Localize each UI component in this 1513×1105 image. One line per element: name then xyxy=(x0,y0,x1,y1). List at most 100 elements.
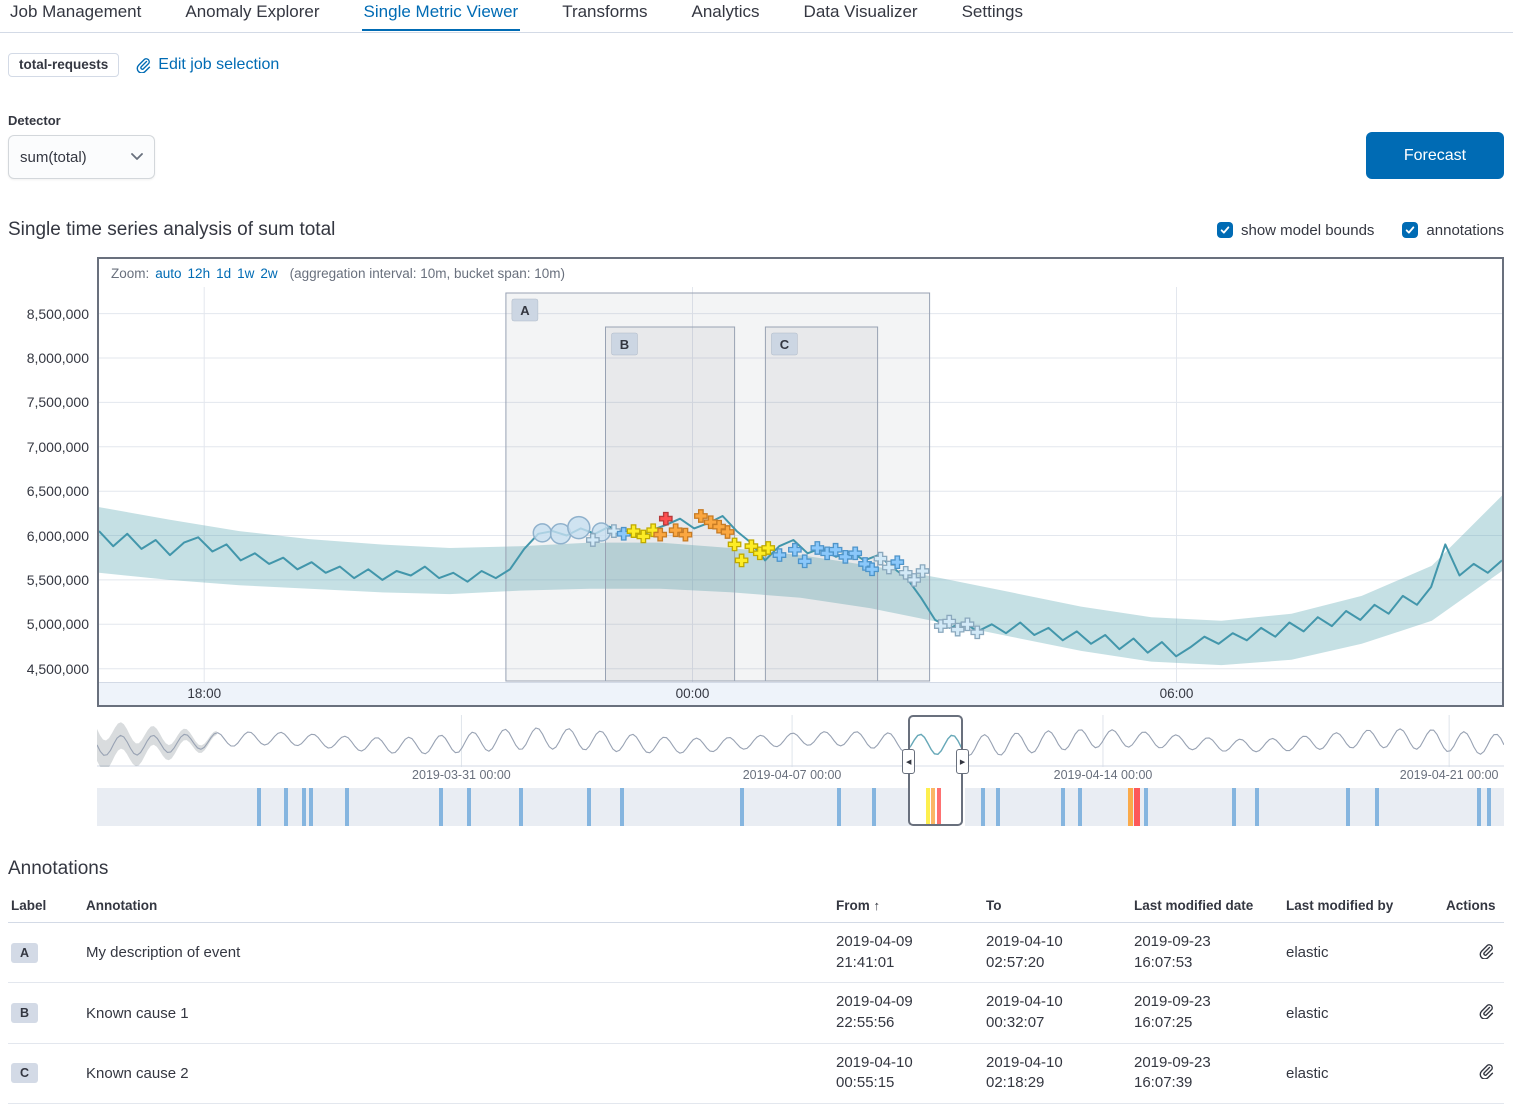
annotation-row-B[interactable]: BKnown cause 12019-04-0922:55:562019-04-… xyxy=(8,983,1504,1043)
annotation-label-chip: A xyxy=(11,943,38,963)
swimlane-annotation-mark[interactable] xyxy=(1375,788,1379,826)
paperclip-icon xyxy=(1478,1063,1494,1083)
zoom-option-2w[interactable]: 2w xyxy=(260,266,277,281)
swimlane-annotation-mark[interactable] xyxy=(587,788,591,826)
tab-single-metric-viewer[interactable]: Single Metric Viewer xyxy=(362,0,521,31)
swimlane-annotation-mark[interactable] xyxy=(302,788,306,826)
show-model-bounds-checkbox[interactable]: show model bounds xyxy=(1217,222,1374,239)
tab-data-visualizer[interactable]: Data Visualizer xyxy=(802,0,920,31)
tab-job-management[interactable]: Job Management xyxy=(8,0,143,31)
zoom-option-12h[interactable]: 12h xyxy=(188,266,211,281)
annotation-box-C[interactable] xyxy=(765,327,877,681)
annotation-box-label-B: B xyxy=(612,333,638,355)
swimlane-annotation-mark[interactable] xyxy=(439,788,443,826)
y-axis-label: 8,500,000 xyxy=(27,306,89,322)
zoom-option-1d[interactable]: 1d xyxy=(216,266,231,281)
swimlane-annotation-mark[interactable] xyxy=(1061,788,1065,826)
annotation-to: 2019-04-1000:32:07 xyxy=(986,992,1134,1033)
annotation-from: 2019-04-0921:41:01 xyxy=(836,932,986,973)
tab-analytics[interactable]: Analytics xyxy=(690,0,762,31)
svg-text:B: B xyxy=(620,337,629,352)
tab-transforms[interactable]: Transforms xyxy=(560,0,649,31)
brush-handle-right[interactable]: ▶ xyxy=(956,749,969,774)
annotation-to: 2019-04-1002:57:20 xyxy=(986,932,1134,973)
y-axis-label: 6,000,000 xyxy=(27,528,89,544)
annotations-title: Annotations xyxy=(8,858,1504,880)
header-actions: Actions xyxy=(1446,898,1506,913)
edit-annotation-button[interactable] xyxy=(1478,1003,1494,1023)
annotation-box-B[interactable] xyxy=(606,327,735,681)
annotations-checkbox[interactable]: annotations xyxy=(1402,222,1504,239)
swimlane-annotation-mark[interactable] xyxy=(309,788,313,826)
swimlane-annotation-mark[interactable] xyxy=(345,788,349,826)
context-chart: 2019-03-31 00:002019-04-07 00:002019-04-… xyxy=(97,715,1504,826)
swimlane-annotation-mark[interactable] xyxy=(257,788,261,826)
annotations-table-body: AMy description of event2019-04-0921:41:… xyxy=(8,923,1504,1104)
zoom-bar: Zoom: auto12h1d1w2w (aggregation interva… xyxy=(99,259,1502,287)
anomaly-marker-multibucket[interactable] xyxy=(568,517,590,539)
x-axis-label: 06:00 xyxy=(1160,686,1194,701)
swimlane-annotation-mark[interactable] xyxy=(1232,788,1236,826)
sort-asc-icon: ↑ xyxy=(874,898,881,913)
x-axis-label: 00:00 xyxy=(676,686,710,701)
paperclip-icon xyxy=(1478,1003,1494,1023)
swimlane-annotation-mark[interactable] xyxy=(1477,788,1481,826)
annotation-row-A[interactable]: AMy description of event2019-04-0921:41:… xyxy=(8,923,1504,983)
context-chart-dates: 2019-03-31 00:002019-04-07 00:002019-04-… xyxy=(97,767,1504,784)
swimlane-annotation-mark[interactable] xyxy=(1078,788,1082,826)
single-metric-viewer-page: Job Management Anomaly Explorer Single Met… xyxy=(0,0,1513,1104)
context-date-label: 2019-04-07 00:00 xyxy=(743,768,842,782)
swimlane-annotation-mark[interactable] xyxy=(1487,788,1491,826)
time-range-brush[interactable]: ◀ ▶ xyxy=(908,715,963,826)
context-line xyxy=(97,728,1504,756)
detector-select-value: sum(total) xyxy=(20,149,87,166)
swimlane-annotation-mark[interactable] xyxy=(1144,788,1148,826)
annotation-box-label-A: A xyxy=(512,299,538,321)
annotation-row-C[interactable]: CKnown cause 22019-04-1000:55:152019-04-… xyxy=(8,1044,1504,1104)
tab-anomaly-explorer[interactable]: Anomaly Explorer xyxy=(183,0,321,31)
y-axis-label: 7,500,000 xyxy=(27,394,89,410)
y-axis-label: 4,500,000 xyxy=(27,661,89,677)
brush-handle-left[interactable]: ◀ xyxy=(902,749,915,774)
swimlane-annotation-mark[interactable] xyxy=(837,788,841,826)
swimlane-annotation-mark[interactable] xyxy=(1128,788,1133,826)
swimlane-annotation-mark[interactable] xyxy=(1346,788,1350,826)
edit-annotation-button[interactable] xyxy=(1478,943,1494,963)
annotation-modified-date: 2019-09-2316:07:25 xyxy=(1134,992,1286,1033)
y-axis-label: 5,500,000 xyxy=(27,572,89,588)
swimlane-annotation-mark[interactable] xyxy=(996,788,1000,826)
job-badge[interactable]: total-requests xyxy=(8,53,119,77)
paperclip-icon xyxy=(1478,943,1494,963)
focus-chart: 8,500,0008,000,0007,500,0007,000,0006,50… xyxy=(8,257,1504,707)
swimlane-annotation-mark[interactable] xyxy=(740,788,744,826)
swimlane-annotation-mark[interactable] xyxy=(1255,788,1259,826)
header-from[interactable]: From ↑ xyxy=(836,898,986,913)
swimlane-annotation-mark[interactable] xyxy=(467,788,471,826)
context-date-label: 2019-04-14 00:00 xyxy=(1054,768,1153,782)
swimlane-annotation-mark[interactable] xyxy=(1134,788,1140,826)
context-bounds-band xyxy=(97,722,217,767)
forecast-button[interactable]: Forecast xyxy=(1366,132,1504,179)
series-section-head: Single time series analysis of sum total… xyxy=(8,219,1504,241)
zoom-option-1w[interactable]: 1w xyxy=(237,266,254,281)
annotation-text: Known cause 1 xyxy=(86,1005,836,1022)
x-axis: 18:0000:0006:00 xyxy=(99,682,1502,705)
edit-annotation-button[interactable] xyxy=(1478,1063,1494,1083)
top-tabs: Job Management Anomaly Explorer Single Met… xyxy=(0,0,1513,33)
swimlane-annotation-mark[interactable] xyxy=(284,788,288,826)
annotations-swimlane xyxy=(97,788,1504,826)
svg-text:C: C xyxy=(780,337,790,352)
anomaly-marker-multibucket[interactable] xyxy=(533,524,551,542)
zoom-option-auto[interactable]: auto xyxy=(155,266,181,281)
edit-job-selection-link[interactable]: Edit job selection xyxy=(135,56,279,74)
tab-settings[interactable]: Settings xyxy=(960,0,1025,31)
swimlane-annotation-mark[interactable] xyxy=(620,788,624,826)
swimlane-annotation-mark[interactable] xyxy=(519,788,523,826)
annotation-modified-date: 2019-09-2316:07:39 xyxy=(1134,1053,1286,1094)
detector-select[interactable]: sum(total) xyxy=(8,135,155,179)
annotation-to: 2019-04-1002:18:29 xyxy=(986,1053,1134,1094)
y-axis-label: 5,000,000 xyxy=(27,616,89,632)
show-model-bounds-label: show model bounds xyxy=(1241,222,1374,239)
swimlane-annotation-mark[interactable] xyxy=(872,788,876,826)
swimlane-annotation-mark[interactable] xyxy=(981,788,985,826)
